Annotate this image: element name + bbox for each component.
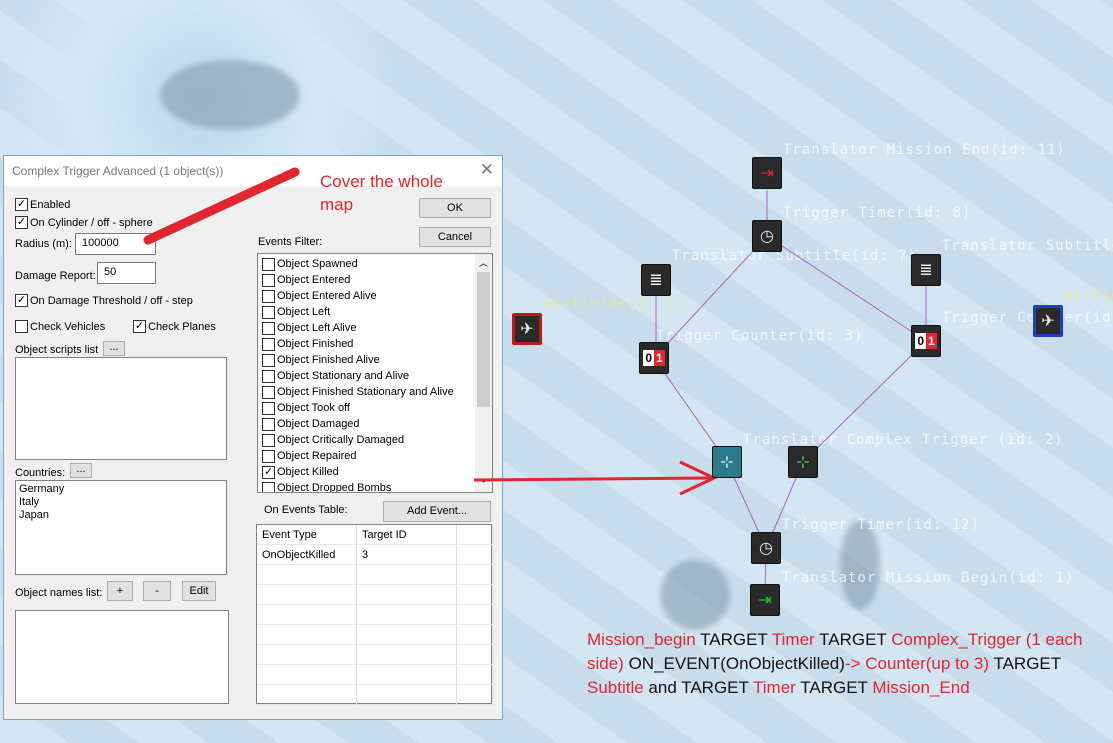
- airfield-node-blue[interactable]: ✈: [1033, 305, 1063, 337]
- plane-icon: ✈: [520, 321, 534, 338]
- annotation-stroke: [143, 167, 300, 245]
- plane-icon: ✈: [1041, 313, 1055, 330]
- enter-icon: ⇥: [758, 592, 772, 609]
- clock-icon: ◷: [760, 228, 774, 245]
- complex-trigger-node[interactable]: ⊹: [712, 446, 742, 478]
- counter-node[interactable]: 01: [911, 325, 941, 357]
- exit-icon: ⇥: [760, 165, 774, 182]
- counter-node[interactable]: 01: [639, 342, 669, 374]
- timer-node[interactable]: ◷: [752, 220, 782, 252]
- subtitle-node[interactable]: ≣: [641, 264, 671, 296]
- counter-digit: 1: [926, 333, 937, 349]
- airfield-node-red[interactable]: ✈: [512, 313, 542, 345]
- mission-end-node[interactable]: ⇥: [752, 157, 782, 189]
- text-lines-icon: ≣: [649, 272, 663, 289]
- link-lines: [143, 167, 927, 601]
- counter-digit: 0: [643, 350, 654, 366]
- counter-digit: 0: [915, 333, 926, 349]
- mission-begin-node[interactable]: ⇥: [750, 584, 780, 616]
- subtitle-node[interactable]: ≣: [911, 254, 941, 286]
- clock-icon: ◷: [759, 540, 773, 557]
- annotation-cover: Cover the whole map: [320, 172, 443, 214]
- complex-trigger-node[interactable]: ⊹: [788, 446, 818, 478]
- crosshair-icon: ⊹: [796, 454, 810, 471]
- counter-digit: 1: [654, 350, 665, 366]
- timer-node[interactable]: ◷: [751, 532, 781, 564]
- crosshair-icon: ⊹: [720, 454, 734, 471]
- text-lines-icon: ≣: [919, 262, 933, 279]
